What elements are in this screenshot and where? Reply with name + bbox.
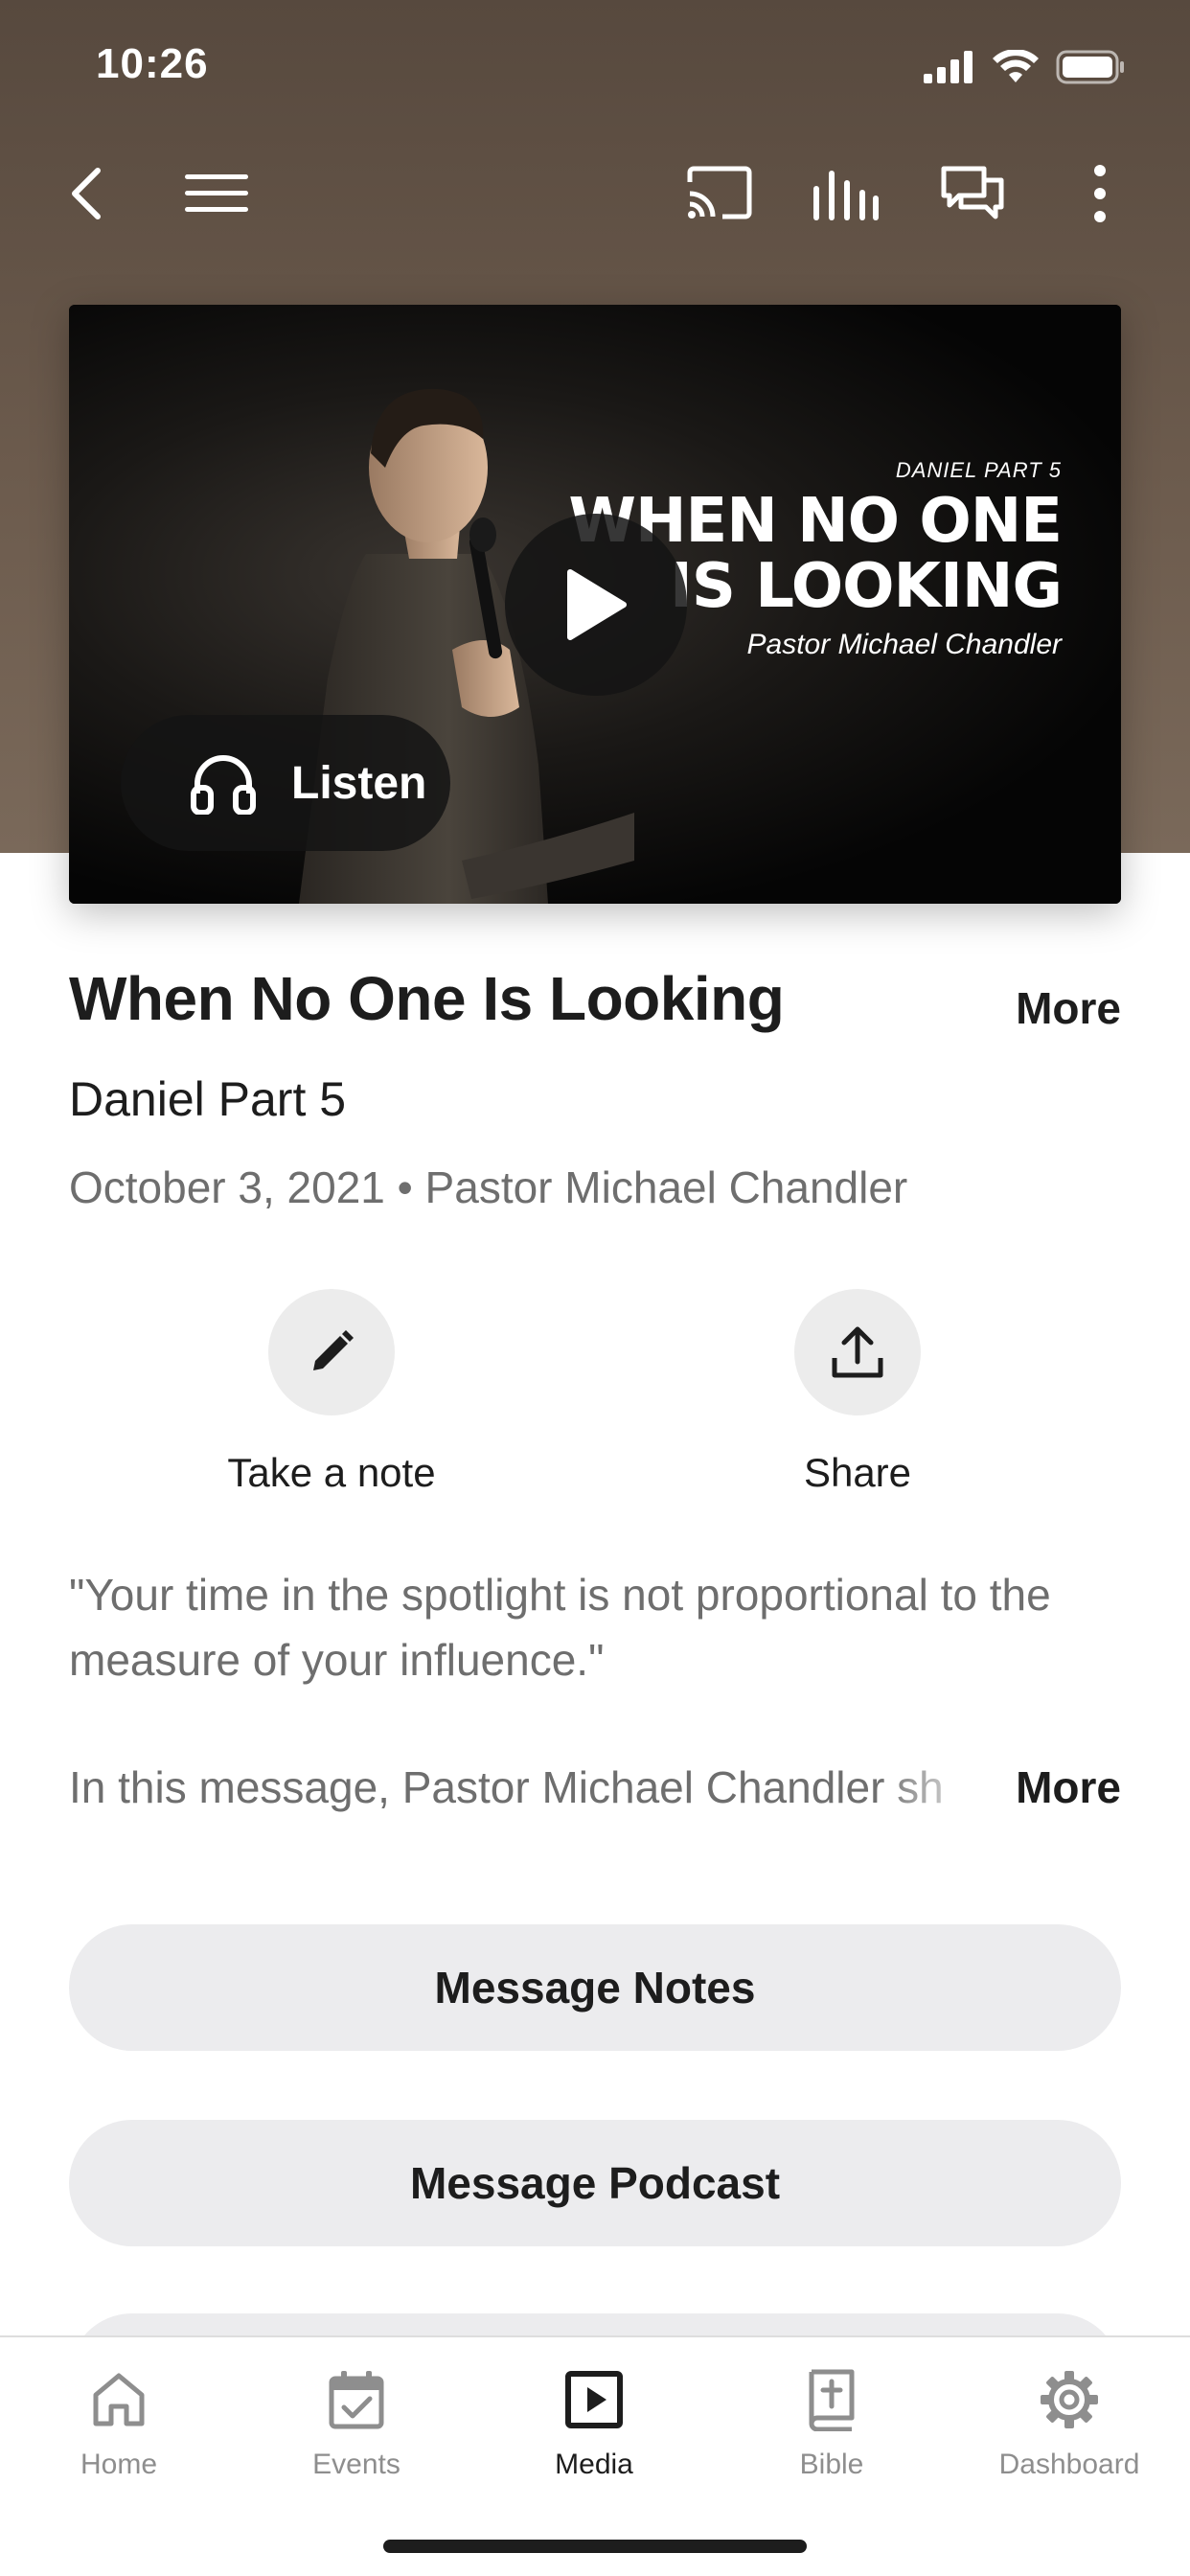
take-note-button[interactable] bbox=[268, 1289, 395, 1415]
tab-dashboard-label: Dashboard bbox=[998, 2449, 1140, 2480]
tab-bible[interactable]: Bible bbox=[736, 2357, 927, 2481]
chevron-left-icon bbox=[72, 168, 101, 219]
calendar-check-icon bbox=[329, 2371, 384, 2429]
message-title: When No One Is Looking bbox=[69, 964, 785, 1033]
media-player-card[interactable]: DANIEL PART 5 WHEN NO ONE IS LOOKING Pas… bbox=[69, 305, 1121, 904]
tab-events[interactable]: Events bbox=[261, 2357, 452, 2481]
description-summary: In this message, Pastor Michael Chandler… bbox=[69, 1762, 944, 1812]
more-options-button[interactable] bbox=[1062, 155, 1138, 232]
tab-dashboard[interactable]: Dashboard bbox=[973, 2357, 1165, 2481]
message-notes-button[interactable]: Message Notes bbox=[69, 1924, 1121, 2051]
headphones-icon bbox=[191, 755, 256, 815]
battery-icon bbox=[1056, 50, 1124, 84]
signal-icon bbox=[924, 51, 973, 83]
nav-bar bbox=[0, 126, 1190, 253]
tab-home-label: Home bbox=[80, 2449, 158, 2480]
status-bar: 10:26 bbox=[0, 0, 1190, 126]
home-icon bbox=[93, 2373, 145, 2426]
artwork-series: DANIEL PART 5 bbox=[895, 458, 1062, 482]
cast-icon bbox=[687, 166, 752, 219]
tab-bible-label: Bible bbox=[799, 2449, 864, 2480]
share-label: Share bbox=[803, 1450, 912, 1495]
share-action[interactable]: Share bbox=[714, 1289, 1001, 1496]
share-button[interactable] bbox=[794, 1289, 921, 1415]
play-button[interactable] bbox=[505, 514, 687, 696]
description-row: In this message, Pastor Michael Chandler… bbox=[69, 1761, 1121, 1828]
back-button[interactable] bbox=[48, 155, 125, 232]
chat-button[interactable] bbox=[934, 155, 1011, 232]
vertical-dots-icon bbox=[1094, 165, 1106, 222]
share-icon bbox=[832, 1326, 883, 1378]
status-icons bbox=[924, 48, 1125, 86]
tab-media-label: Media bbox=[555, 2449, 633, 2480]
message-series: Daniel Part 5 bbox=[69, 1072, 347, 1126]
play-box-icon bbox=[565, 2371, 623, 2428]
bible-icon bbox=[809, 2369, 855, 2431]
message-meta: October 3, 2021 • Pastor Michael Chandle… bbox=[69, 1162, 908, 1212]
hamburger-icon bbox=[185, 174, 248, 212]
title-more-link[interactable]: More bbox=[1016, 982, 1121, 1034]
tab-media[interactable]: Media bbox=[498, 2357, 690, 2481]
tab-bar: Home Events Media Bible Dashboard bbox=[0, 2335, 1190, 2576]
status-time: 10:26 bbox=[96, 40, 209, 87]
message-quote: "Your time in the spotlight is not propo… bbox=[69, 1570, 1051, 1685]
tab-home[interactable]: Home bbox=[23, 2357, 215, 2481]
listen-label: Listen bbox=[291, 757, 427, 809]
listen-button[interactable]: Listen bbox=[121, 715, 450, 851]
take-note-action[interactable]: Take a note bbox=[188, 1289, 475, 1496]
message-podcast-button[interactable]: Message Podcast bbox=[69, 2120, 1121, 2246]
audio-levels-button[interactable] bbox=[807, 155, 883, 232]
gear-icon bbox=[1041, 2371, 1098, 2428]
tab-events-label: Events bbox=[312, 2449, 400, 2480]
equalizer-icon bbox=[813, 171, 879, 220]
home-indicator[interactable] bbox=[383, 2540, 807, 2553]
wifi-icon bbox=[993, 50, 1039, 82]
chat-bubbles-icon bbox=[941, 166, 1004, 219]
description-more-link[interactable]: More bbox=[1016, 1761, 1121, 1813]
cast-button[interactable] bbox=[680, 155, 757, 232]
take-note-label: Take a note bbox=[227, 1450, 436, 1495]
menu-button[interactable] bbox=[178, 155, 255, 232]
play-icon bbox=[567, 569, 627, 640]
pencil-icon bbox=[313, 1330, 354, 1370]
